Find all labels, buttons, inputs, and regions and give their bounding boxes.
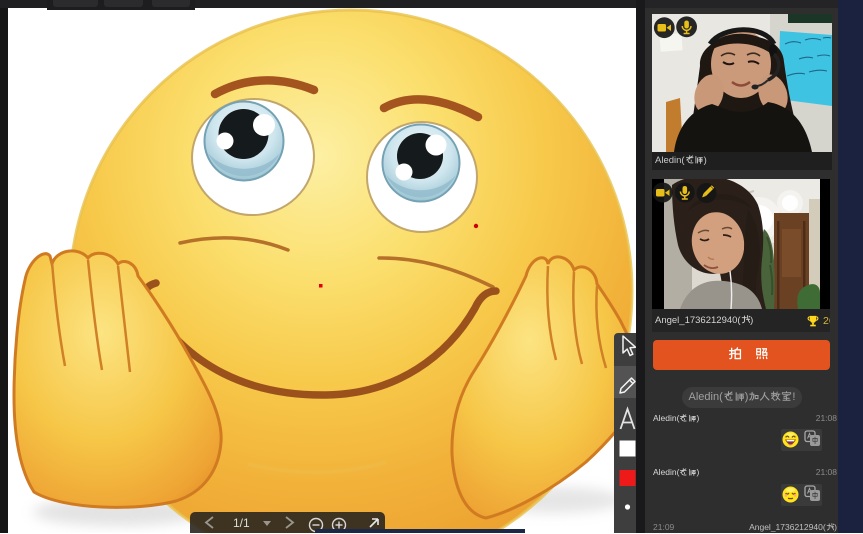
svg-text:1/1: 1/1 [233,516,250,530]
